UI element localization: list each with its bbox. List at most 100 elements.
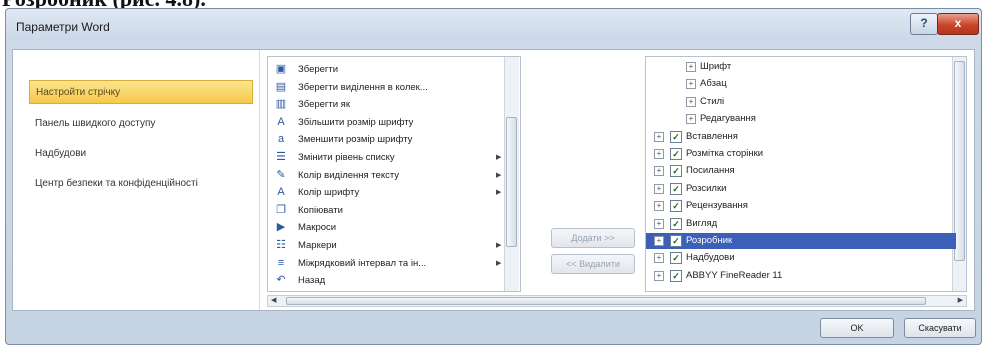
- ribbon-tab-label: Рецензування: [686, 200, 748, 212]
- command-label: Колір шрифту: [298, 187, 360, 199]
- command-item[interactable]: A Колір шрифту ▶: [268, 184, 504, 201]
- ribbon-tab-label: Стилі: [700, 95, 725, 107]
- ribbon-tab-item[interactable]: + Шрифт: [646, 59, 956, 75]
- remove-button[interactable]: << Видалити: [551, 254, 635, 274]
- help-button[interactable]: ?: [910, 13, 938, 35]
- submenu-arrow-icon: ▶: [496, 154, 502, 161]
- ok-button[interactable]: OK: [820, 318, 894, 338]
- expand-icon[interactable]: +: [654, 253, 664, 264]
- expand-icon[interactable]: +: [654, 131, 664, 142]
- tab-checkbox[interactable]: ✓: [670, 130, 682, 143]
- horizontal-scroll-thumb[interactable]: [286, 297, 926, 305]
- expand-icon[interactable]: +: [654, 270, 664, 281]
- ribbon-tab-item[interactable]: + ✓ ABBYY FineReader 11: [646, 268, 956, 284]
- commands-list[interactable]: ▣ Зберегти ▤ Зберегти виділення в колек... ▥…: [267, 56, 521, 292]
- expand-icon[interactable]: +: [654, 236, 664, 246]
- save-selection-icon: ▤: [275, 80, 287, 93]
- expand-icon[interactable]: +: [686, 96, 696, 107]
- undo-icon: ↶: [276, 274, 286, 287]
- ribbon-tab-item[interactable]: + Редагування: [646, 111, 956, 127]
- command-item[interactable]: ▥ Зберегти як: [268, 96, 504, 113]
- list-level-icon: ☰: [276, 151, 286, 163]
- nav-item-add-ins[interactable]: Надбудови: [29, 142, 253, 166]
- expand-icon[interactable]: +: [654, 218, 664, 229]
- command-item[interactable]: A Збільшити розмір шрифту: [268, 114, 504, 131]
- command-item[interactable]: a Зменшити розмір шрифту: [268, 131, 504, 148]
- command-label: Маркери: [298, 240, 337, 251]
- tab-checkbox[interactable]: ✓: [670, 200, 682, 213]
- nav-item-customize-ribbon[interactable]: Настройти стрічку: [29, 80, 253, 104]
- command-item[interactable]: ↶ Назад: [268, 272, 504, 289]
- nav-item-trust-center[interactable]: Центр безпеки та конфіденційності: [29, 172, 253, 196]
- command-item[interactable]: ▣ Зберегти: [268, 61, 504, 78]
- line-spacing-icon: ≡: [277, 256, 285, 269]
- horizontal-scrollbar[interactable]: ◀ ▶: [267, 295, 967, 307]
- expand-icon[interactable]: +: [654, 201, 664, 212]
- grow-font-icon: A: [277, 115, 285, 128]
- ribbon-tab-label: Посилання: [686, 165, 735, 177]
- category-nav: Настройти стрічку Панель швидкого доступ…: [13, 50, 260, 310]
- ribbon-tab-label: Розсилки: [686, 182, 727, 194]
- ribbon-tab-item[interactable]: + ✓ Посилання: [646, 163, 956, 179]
- command-label: Зберегти як: [298, 99, 350, 111]
- nav-item-quick-access[interactable]: Панель швидкого доступу: [29, 112, 253, 136]
- command-item[interactable]: ✎ Колір виділення тексту ▶: [268, 167, 504, 184]
- ribbon-tab-label: Вставлення: [686, 130, 738, 142]
- command-label: Колір виділення тексту: [298, 169, 400, 181]
- command-item[interactable]: ▶ Макроси: [268, 219, 504, 236]
- ribbon-tab-item[interactable]: + ✓ Вигляд: [646, 216, 956, 232]
- add-button[interactable]: Додати >>: [551, 228, 635, 248]
- commands-scroll-thumb[interactable]: [506, 117, 517, 247]
- ribbon-tab-label: Вигляд: [686, 217, 718, 229]
- macros-icon: ▶: [276, 221, 286, 234]
- submenu-arrow-icon: ▶: [496, 189, 502, 197]
- command-label: Макроси: [298, 222, 337, 234]
- command-item[interactable]: ☰ Змінити рівень списку ▶: [268, 149, 504, 166]
- font-color-icon: A: [277, 186, 285, 199]
- cancel-button[interactable]: Скасувати: [904, 318, 976, 338]
- ribbon-tab-label: Надбудови: [686, 252, 735, 264]
- expand-icon[interactable]: +: [686, 114, 696, 125]
- expand-icon[interactable]: +: [654, 166, 664, 177]
- tab-checkbox[interactable]: ✓: [670, 182, 682, 195]
- expand-icon[interactable]: +: [686, 79, 696, 90]
- command-item[interactable]: ▤ Зберегти виділення в колек...: [268, 79, 504, 96]
- commands-scrollbar[interactable]: [504, 57, 519, 291]
- command-item[interactable]: ≡ Міжрядковий інтервал та ін... ▶: [268, 255, 504, 272]
- ribbon-tab-label: Абзац: [700, 78, 727, 90]
- ribbon-tab-item[interactable]: + ✓ Вставлення: [646, 129, 956, 145]
- ribbon-tab-item[interactable]: + ✓ Розмітка сторінки: [646, 146, 956, 162]
- ribbon-tab-item[interactable]: + ✓ Надбудови: [646, 250, 956, 266]
- expand-icon[interactable]: +: [654, 183, 664, 194]
- command-label: Збільшити розмір шрифту: [298, 116, 414, 128]
- ribbon-tabs-tree[interactable]: + Шрифт + Абзац + Стилі + Редагування + ✓ Вставлен…: [645, 56, 967, 292]
- tab-checkbox[interactable]: ✓: [670, 235, 682, 247]
- ribbon-tab-item[interactable]: + ✓ Розробник: [646, 233, 956, 249]
- close-button[interactable]: x: [937, 13, 979, 35]
- bullets-icon: ☷: [276, 239, 286, 251]
- command-item[interactable]: ☷ Маркери ▶: [268, 237, 504, 254]
- nav-item-label: Надбудови: [35, 148, 87, 159]
- tab-checkbox[interactable]: ✓: [670, 252, 682, 265]
- command-label: Назад: [298, 275, 326, 287]
- submenu-arrow-icon: ▶: [496, 259, 502, 267]
- command-label: Зменшити розмір шрифту: [298, 134, 413, 146]
- tab-checkbox[interactable]: ✓: [670, 269, 682, 282]
- scroll-left-arrow-icon[interactable]: ◀: [271, 296, 276, 306]
- nav-item-label: Настройти стрічку: [36, 87, 121, 98]
- command-label: Міжрядковий інтервал та ін...: [298, 257, 427, 269]
- ribbon-tab-item[interactable]: + Абзац: [646, 76, 956, 92]
- ribbon-tab-item[interactable]: + Стилі: [646, 94, 956, 110]
- command-item[interactable]: ❐ Копіювати: [268, 202, 504, 219]
- expand-icon[interactable]: +: [654, 149, 664, 159]
- expand-icon[interactable]: +: [686, 62, 696, 72]
- ribbon-tab-item[interactable]: + ✓ Рецензування: [646, 198, 956, 214]
- highlight-icon: ✎: [276, 168, 286, 181]
- scroll-right-arrow-icon[interactable]: ▶: [958, 296, 963, 306]
- dialog-content: Настройти стрічку Панель швидкого доступ…: [12, 49, 975, 311]
- tab-checkbox[interactable]: ✓: [670, 148, 682, 160]
- ribbon-tab-item[interactable]: + ✓ Розсилки: [646, 181, 956, 197]
- command-label: Зберегти: [298, 64, 339, 75]
- tab-checkbox[interactable]: ✓: [670, 217, 682, 230]
- tab-checkbox[interactable]: ✓: [670, 165, 682, 178]
